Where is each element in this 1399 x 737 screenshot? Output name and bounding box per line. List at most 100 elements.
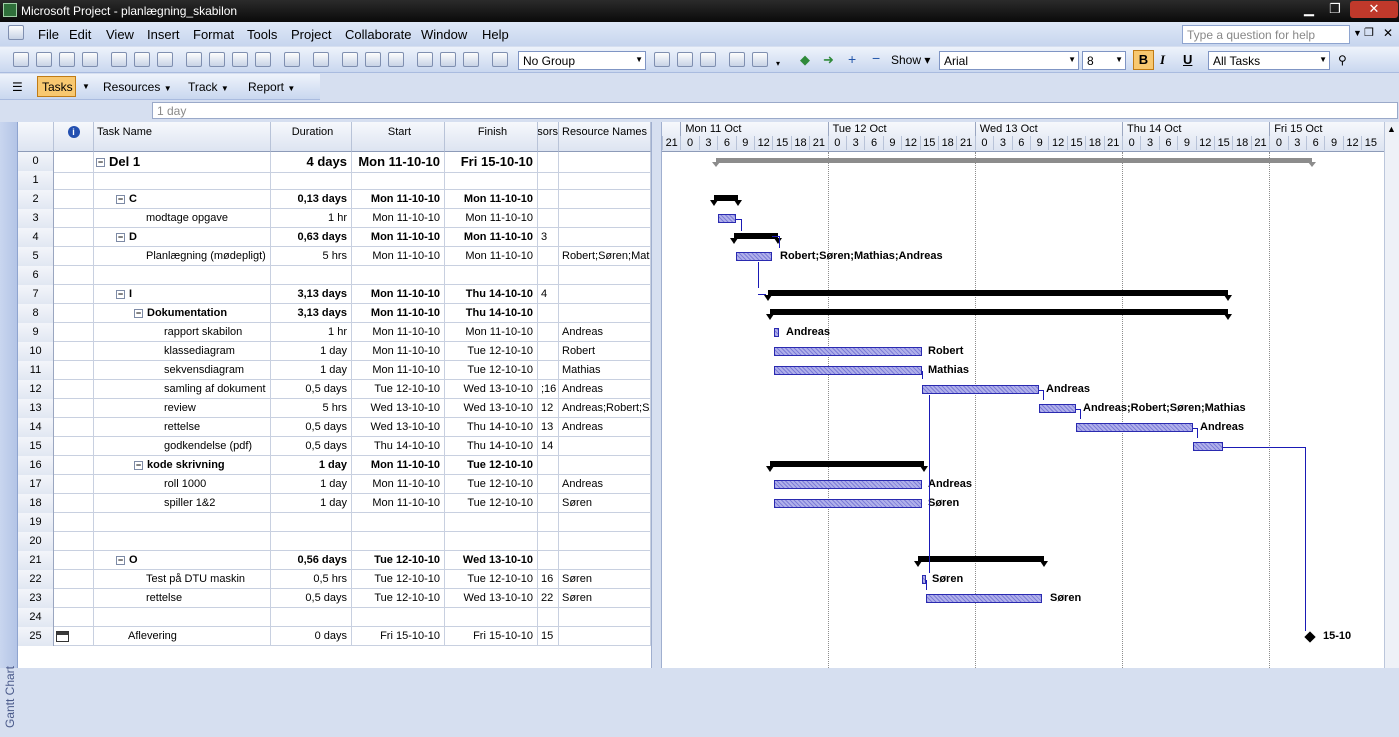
duration-cell[interactable]: 1 day bbox=[271, 361, 352, 380]
print-icon[interactable] bbox=[111, 52, 127, 67]
start-cell[interactable]: Mon 11-10-10 bbox=[352, 475, 445, 494]
new-icon[interactable] bbox=[13, 52, 29, 67]
show-button[interactable]: Show ▾ bbox=[891, 53, 930, 67]
start-cell[interactable]: Mon 11-10-10 bbox=[352, 361, 445, 380]
predecessors-cell[interactable]: 13 bbox=[538, 418, 559, 437]
help-search-input[interactable]: Type a question for help bbox=[1182, 25, 1350, 44]
restore-button[interactable]: ❐ bbox=[1323, 1, 1347, 18]
timescale-hour[interactable]: 15 bbox=[772, 136, 790, 150]
format-painter-icon[interactable] bbox=[255, 52, 271, 67]
menu-file[interactable]: File bbox=[38, 27, 59, 42]
duration-cell[interactable]: 0 days bbox=[271, 627, 352, 646]
task-name-cell[interactable]: godkendelse (pdf) bbox=[94, 437, 271, 456]
start-cell[interactable] bbox=[352, 608, 445, 627]
link-line[interactable] bbox=[1197, 428, 1198, 438]
table-row[interactable]: 0− Del 14 days Mon 11-10-10 Fri 15-10-10 bbox=[18, 152, 651, 173]
paste-icon[interactable] bbox=[232, 52, 248, 67]
summary-bar[interactable] bbox=[766, 461, 928, 472]
resource-names-cell[interactable] bbox=[559, 266, 651, 285]
task-name-cell[interactable]: Planlægning (mødepligt) bbox=[94, 247, 271, 266]
timescale-hour[interactable]: 3 bbox=[1287, 136, 1306, 150]
duration-cell[interactable]: 0,56 days bbox=[271, 551, 352, 570]
underline-button[interactable]: U bbox=[1183, 52, 1192, 67]
task-name-cell[interactable]: review bbox=[94, 399, 271, 418]
timescale-day[interactable]: Fri 15 Oct bbox=[1269, 122, 1384, 136]
task-name-cell[interactable]: spiller 1&2 bbox=[94, 494, 271, 513]
finish-cell[interactable]: Thu 14-10-10 bbox=[445, 437, 538, 456]
timescale-hour[interactable]: 15 bbox=[919, 136, 938, 150]
task-name-cell[interactable]: Test på DTU maskin bbox=[94, 570, 271, 589]
unlink-tasks-icon[interactable] bbox=[365, 52, 381, 67]
resource-names-cell[interactable]: Andreas bbox=[559, 475, 651, 494]
row-id[interactable]: 24 bbox=[18, 608, 54, 627]
timescale-hour[interactable]: 15 bbox=[1214, 136, 1232, 150]
resource-names-cell[interactable] bbox=[559, 228, 651, 247]
link-line[interactable] bbox=[758, 294, 766, 295]
resource-names-cell[interactable] bbox=[559, 171, 651, 190]
save-icon[interactable] bbox=[59, 52, 75, 67]
hide-subtasks-icon[interactable]: − bbox=[872, 50, 880, 66]
table-row[interactable]: 23 rettelse 0,5 days Tue 12-10-10 Wed 13-10-… bbox=[18, 589, 651, 608]
table-row[interactable]: 11 sekvensdiagram 1 day Mon 11-10-10 Tue 12-… bbox=[18, 361, 651, 380]
predecessors-cell[interactable] bbox=[538, 190, 559, 209]
close-button[interactable]: ✕ bbox=[1350, 1, 1398, 18]
resource-names-cell[interactable]: Andreas;Robert;Søren;Mathias bbox=[559, 399, 651, 418]
finish-cell[interactable]: Tue 12-10-10 bbox=[445, 570, 538, 589]
duration-cell[interactable]: 0,5 hrs bbox=[271, 570, 352, 589]
finish-cell[interactable] bbox=[445, 532, 538, 551]
view-bar[interactable]: Gantt Chart bbox=[0, 122, 18, 728]
close-doc-icon[interactable]: ✕ bbox=[1383, 26, 1393, 40]
task-info-icon[interactable] bbox=[417, 52, 433, 67]
finish-cell[interactable]: Tue 12-10-10 bbox=[445, 494, 538, 513]
vertical-scrollbar[interactable]: ▲ bbox=[1384, 122, 1399, 668]
copy-picture-icon[interactable] bbox=[492, 52, 508, 67]
minimize-button[interactable]: ▁ bbox=[1297, 1, 1321, 18]
indicator-cell[interactable] bbox=[54, 152, 94, 171]
resource-names-cell[interactable] bbox=[559, 608, 651, 627]
indicator-cell[interactable] bbox=[54, 190, 94, 209]
table-row[interactable]: 19 bbox=[18, 513, 651, 532]
timescale-hour[interactable]: 21 bbox=[809, 136, 827, 150]
row-id[interactable]: 0 bbox=[18, 152, 54, 171]
task-bar[interactable] bbox=[1076, 423, 1193, 432]
row-id[interactable]: 21 bbox=[18, 551, 54, 570]
split-task-icon[interactable] bbox=[388, 52, 404, 67]
resource-names-cell[interactable]: Andreas bbox=[559, 323, 651, 342]
predecessors-cell[interactable] bbox=[538, 532, 559, 551]
zoom-out-icon[interactable] bbox=[677, 52, 693, 67]
task-bar[interactable] bbox=[774, 480, 922, 489]
row-id[interactable]: 17 bbox=[18, 475, 54, 494]
row-id[interactable]: 22 bbox=[18, 570, 54, 589]
timescale-hour[interactable]: 18 bbox=[790, 136, 809, 150]
duration-cell[interactable]: 0,63 days bbox=[271, 228, 352, 247]
predecessors-cell[interactable] bbox=[538, 304, 559, 323]
finish-cell[interactable]: Wed 13-10-10 bbox=[445, 399, 538, 418]
predecessors-cell[interactable]: 15 bbox=[538, 627, 559, 646]
resource-names-cell[interactable]: Andreas bbox=[559, 418, 651, 437]
table-row[interactable]: 2− C 0,13 days Mon 11-10-10 Mon 11-10-10 bbox=[18, 190, 651, 209]
table-row[interactable]: 5 Planlægning (mødepligt) 5 hrs Mon 11-10-1… bbox=[18, 247, 651, 266]
table-row[interactable]: 21− O 0,56 days Tue 12-10-10 Wed 13-10-10 bbox=[18, 551, 651, 570]
start-cell[interactable]: Mon 11-10-10 bbox=[352, 323, 445, 342]
finish-cell[interactable]: Mon 11-10-10 bbox=[445, 209, 538, 228]
collapse-icon[interactable]: − bbox=[134, 308, 143, 318]
row-id[interactable]: 6 bbox=[18, 266, 54, 285]
table-row[interactable]: 24 bbox=[18, 608, 651, 627]
row-id[interactable]: 14 bbox=[18, 418, 54, 437]
predecessors-cell[interactable] bbox=[538, 475, 559, 494]
link-line[interactable] bbox=[926, 580, 927, 590]
view-splitter[interactable] bbox=[651, 122, 662, 668]
task-bar[interactable] bbox=[1193, 442, 1223, 451]
task-bar[interactable] bbox=[774, 347, 922, 356]
start-cell[interactable]: Mon 11-10-10 bbox=[352, 342, 445, 361]
predecessors-cell[interactable]: ;16 bbox=[538, 380, 559, 399]
predecessors-header[interactable]: ecessors bbox=[538, 122, 559, 152]
table-row[interactable]: 13 review 5 hrs Wed 13-10-10 Wed 13-10-10 12 A… bbox=[18, 399, 651, 418]
duration-cell[interactable] bbox=[271, 608, 352, 627]
italic-button[interactable]: I bbox=[1160, 52, 1165, 68]
table-row[interactable]: 14 rettelse 0,5 days Wed 13-10-10 Thu 14-10-… bbox=[18, 418, 651, 437]
start-cell[interactable]: Tue 12-10-10 bbox=[352, 551, 445, 570]
indicator-cell[interactable] bbox=[54, 494, 94, 513]
predecessors-cell[interactable] bbox=[538, 171, 559, 190]
copy-icon[interactable] bbox=[209, 52, 225, 67]
